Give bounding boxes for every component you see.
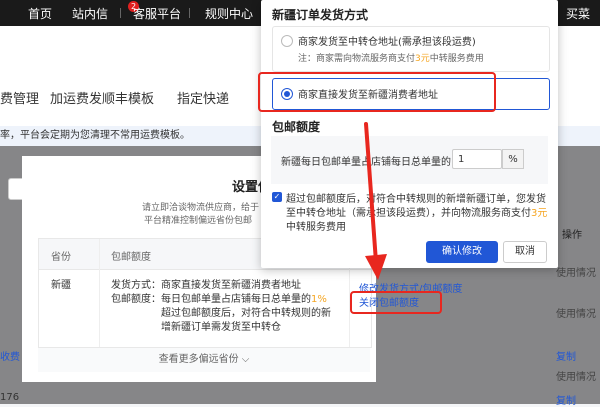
annotation-arrow [364, 122, 387, 280]
